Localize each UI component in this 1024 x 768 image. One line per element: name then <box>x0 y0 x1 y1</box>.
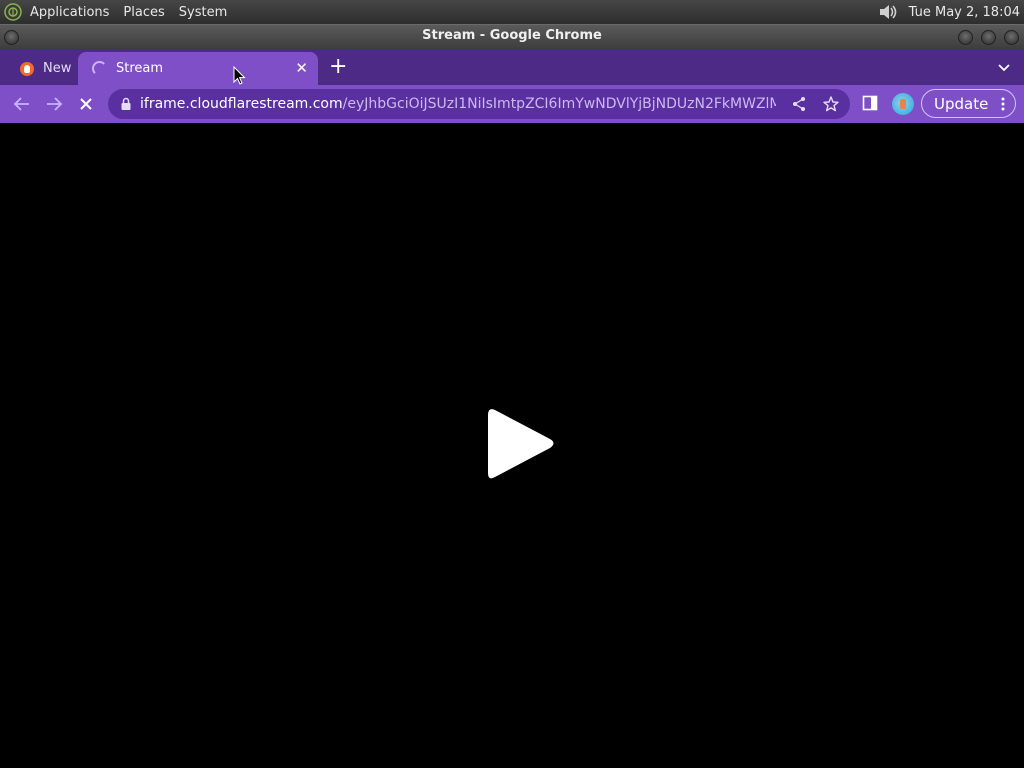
update-button[interactable]: Update <box>921 89 1016 118</box>
system-top-panel: Applications Places System Tue May 2, 18… <box>0 0 1024 24</box>
tab-stream[interactable]: Stream ✕ <box>78 52 318 85</box>
stop-loading-icon[interactable] <box>75 93 97 115</box>
places-menu[interactable]: Places <box>123 5 164 20</box>
tab-title: New <box>43 61 72 76</box>
bookmark-star-icon[interactable] <box>822 95 840 113</box>
window-titlebar[interactable]: Stream - Google Chrome <box>0 24 1024 50</box>
address-bar[interactable]: iframe.cloudflarestream.com/eyJhbGciOiJS… <box>108 89 850 119</box>
tab-title: Stream <box>116 61 164 76</box>
url-path: /eyJhbGciOiJSUzI1NiIsImtpZCI6ImYwNDVlYjB… <box>342 96 776 112</box>
gnome-foot-icon[interactable] <box>4 3 22 21</box>
maximize-button[interactable] <box>981 30 996 45</box>
brave-lion-icon <box>20 61 34 76</box>
url-host: iframe.cloudflarestream.com <box>140 96 343 112</box>
panel-clock[interactable]: Tue May 2, 18:04 <box>909 5 1020 20</box>
mouse-cursor-icon <box>233 65 247 86</box>
lock-icon[interactable] <box>120 97 132 111</box>
close-window-button[interactable] <box>1004 30 1019 45</box>
url-text[interactable]: iframe.cloudflarestream.com/eyJhbGciOiJS… <box>140 96 776 112</box>
system-menu[interactable]: System <box>179 5 227 20</box>
browser-toolbar: iframe.cloudflarestream.com/eyJhbGciOiJS… <box>0 85 1024 123</box>
forward-arrow-icon[interactable] <box>43 93 65 115</box>
loading-spinner-icon <box>92 61 107 76</box>
side-panel-icon[interactable] <box>862 95 878 111</box>
tab-strip: New Stream ✕ + <box>0 50 1024 85</box>
share-icon[interactable] <box>790 95 808 113</box>
profile-avatar[interactable] <box>892 93 914 115</box>
chevron-down-icon[interactable] <box>998 57 1010 77</box>
minimize-button[interactable] <box>958 30 973 45</box>
window-title: Stream - Google Chrome <box>422 28 602 43</box>
volume-icon[interactable] <box>877 2 899 22</box>
applications-menu[interactable]: Applications <box>30 5 109 20</box>
tab-close-icon[interactable]: ✕ <box>295 59 308 77</box>
update-label: Update <box>934 94 989 113</box>
back-arrow-icon[interactable] <box>11 93 33 115</box>
tab-new[interactable]: New <box>10 52 76 85</box>
more-vert-icon[interactable] <box>1001 97 1005 111</box>
play-icon[interactable] <box>480 405 560 487</box>
video-player[interactable] <box>0 123 1024 768</box>
new-tab-icon[interactable]: + <box>329 56 347 78</box>
